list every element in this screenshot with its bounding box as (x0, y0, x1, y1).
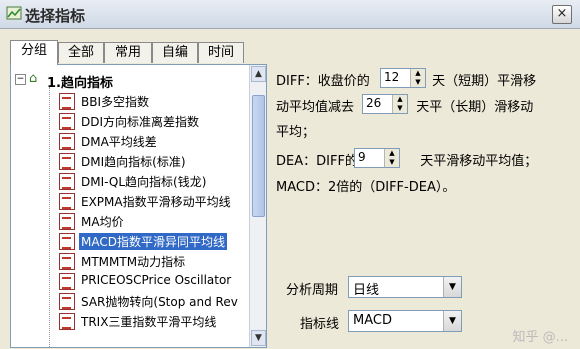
diff-line-3: 平均； (276, 125, 316, 140)
description-panel: DIFF：收盘价的 天（短期）平滑移 12 ▲ ▼ 动平均值减去 天平（长期）滑移… (270, 64, 570, 346)
select-indicator-dialog: 选择指标 × 分组 全部 常用 自编 时间 − ⌂ 1.趋向指标 BBI多空指数… (0, 0, 580, 349)
window-title: 选择指标 (25, 7, 86, 25)
diff-mid: 天（短期）平滑移 (432, 74, 537, 89)
indicator-icon (59, 153, 75, 170)
dea-prefix: DEA：DIFF的 (276, 154, 358, 169)
short-period-value[interactable]: 12 (384, 70, 399, 84)
tab-custom[interactable]: 自编 (152, 42, 198, 63)
line2-prefix: 动平均值减去 (276, 100, 355, 115)
dea-suffix: 天平滑移动平均值； (420, 154, 538, 169)
dea-period-value[interactable]: 9 (358, 150, 366, 164)
chevron-down-icon[interactable]: ▼ (443, 311, 461, 331)
indicator-icon (59, 113, 75, 130)
indicator-line-value: MACD (353, 313, 392, 328)
line2-suffix: 天平（长期）滑移动 (416, 100, 534, 115)
short-period-stepper[interactable]: 12 ▲ ▼ (380, 68, 426, 88)
indicator-icon (59, 273, 75, 290)
indicator-icon (59, 93, 75, 110)
app-icon (6, 6, 22, 20)
scroll-up-icon[interactable]: ▲ (251, 66, 266, 82)
dea-line: DEA：DIFF的 天平滑移动平均值； (276, 150, 537, 169)
period-value: 日线 (353, 283, 380, 298)
indicator-icon (59, 253, 75, 270)
tree-line (49, 87, 50, 347)
stepper-arrows-icon[interactable]: ▲ ▼ (410, 69, 425, 87)
long-period-value[interactable]: 26 (366, 96, 381, 110)
dea-period-stepper[interactable]: 9 ▲ ▼ (354, 148, 400, 168)
indicator-icon (59, 233, 75, 250)
scroll-thumb[interactable] (252, 95, 265, 217)
indicator-tree[interactable]: − ⌂ 1.趋向指标 BBI多空指数 DDI方向标准离差指数 DMA平均线差 D… (10, 64, 267, 348)
chevron-down-icon[interactable]: ▼ (443, 277, 461, 297)
tab-group[interactable]: 分组 (10, 40, 58, 65)
indicator-line-select[interactable]: MACD ▼ (348, 310, 462, 332)
home-icon: ⌂ (29, 71, 38, 86)
stepper-arrows-icon[interactable]: ▲ ▼ (384, 149, 399, 167)
tree-scrollbar[interactable]: ▲ ▼ (249, 65, 266, 347)
indicator-icon (59, 213, 75, 230)
title-bar[interactable]: 选择指标 × (0, 0, 580, 29)
indicator-icon (59, 173, 75, 190)
diff-prefix: DIFF：收盘价的 (276, 74, 370, 89)
tab-time[interactable]: 时间 (198, 42, 244, 63)
stepper-arrows-icon[interactable]: ▲ ▼ (392, 95, 407, 113)
tab-all[interactable]: 全部 (58, 42, 104, 63)
close-button[interactable]: × (552, 5, 572, 24)
macd-line: MACD：2倍的（DIFF-DEA）。 (276, 180, 456, 195)
tab-common[interactable]: 常用 (104, 42, 152, 63)
period-label: 分析周期 (286, 283, 339, 298)
long-period-stepper[interactable]: 26 ▲ ▼ (362, 94, 408, 114)
indicator-icon (59, 133, 75, 150)
collapse-icon[interactable]: − (15, 74, 26, 85)
indicator-icon (59, 293, 75, 310)
indicator-icon (59, 193, 75, 210)
indicator-icon (59, 313, 75, 330)
scroll-down-icon[interactable]: ▼ (251, 330, 266, 346)
tree-root-label: 1.趋向指标 (47, 76, 113, 91)
watermark: 知乎 @... (512, 330, 568, 345)
indicator-line-label: 指标线 (300, 317, 340, 332)
period-select[interactable]: 日线 ▼ (348, 276, 462, 298)
